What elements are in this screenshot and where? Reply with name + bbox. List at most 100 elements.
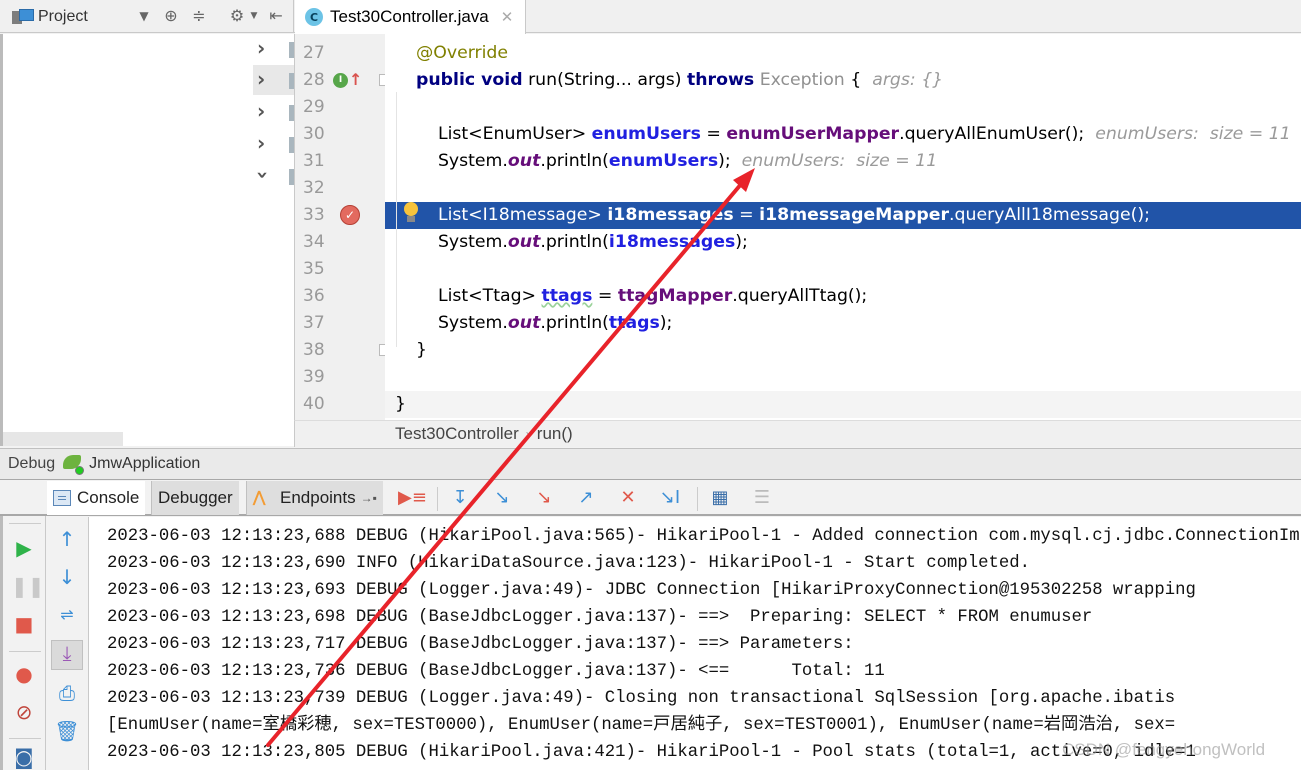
java-class-icon: C	[305, 8, 323, 26]
run-config-tab[interactable]: JmwApplication	[89, 455, 200, 473]
line-number: 27	[303, 43, 325, 63]
collapse-all-icon[interactable]: ≑	[188, 6, 210, 25]
stop-icon[interactable]: ■	[11, 612, 37, 636]
line-number: 38	[303, 340, 325, 360]
chevron-right-icon[interactable]: ›	[257, 67, 265, 91]
scroll-to-end-icon[interactable]: ⤓	[51, 640, 83, 670]
step-over-icon[interactable]: ↧	[448, 488, 472, 508]
project-tree: › › › › ›	[0, 34, 297, 446]
tree-node[interactable]: ›	[253, 34, 297, 64]
soft-wrap-icon[interactable]: ⇌	[54, 603, 80, 627]
code-line-28: public void run(String... args) throws E…	[415, 70, 944, 90]
clear-all-icon[interactable]: 🗑	[54, 719, 80, 743]
project-icon	[12, 8, 34, 25]
tab-debugger[interactable]: Debugger	[151, 481, 239, 515]
gear-dropdown-icon[interactable]: ▼	[243, 11, 265, 21]
resume-icon[interactable]: ▶	[11, 536, 37, 560]
top-bar: Project ▼ ⊕ ≑ ⚙ ▼ ⇤ C Test30Controller.j…	[0, 0, 1301, 34]
arrow-down-icon[interactable]: ↓	[54, 565, 80, 589]
code-line-37: System.out.println(ttags);	[437, 313, 673, 333]
inline-debug-hint: enumUsers: size = 11	[741, 151, 938, 171]
code-line-31: System.out.println(enumUsers); enumUsers…	[437, 151, 938, 171]
breakpoint-icon[interactable]: ✓	[340, 205, 360, 225]
line-number: 33	[303, 205, 325, 225]
mute-breakpoints-icon[interactable]: ⊘	[11, 700, 37, 724]
line-number: 28	[303, 70, 325, 90]
breadcrumb-separator: ›	[525, 427, 530, 441]
force-step-into-icon[interactable]: ↘	[532, 488, 556, 508]
tree-node[interactable]: ›	[253, 129, 297, 159]
chevron-right-icon[interactable]: ›	[257, 131, 265, 155]
chevron-right-icon[interactable]: ›	[257, 36, 265, 60]
log-line: 2023-06-03 12:13:23,717 DEBUG (BaseJdbcL…	[107, 635, 865, 654]
chevron-right-icon[interactable]: ›	[257, 99, 265, 123]
debug-panel-header: Debug JmwApplication	[0, 448, 1301, 480]
tab-console[interactable]: Console	[47, 481, 146, 515]
run-to-cursor-icon[interactable]: ↘I	[658, 488, 682, 508]
lightbulb-icon[interactable]	[403, 202, 419, 224]
line-number: 30	[303, 124, 325, 144]
tree-node[interactable]: ›	[253, 65, 297, 95]
line-number: 39	[303, 367, 325, 387]
log-line: 2023-06-03 12:13:23,690 INFO (HikariData…	[107, 554, 1030, 573]
breadcrumb-class[interactable]: Test30Controller	[395, 424, 519, 444]
endpoints-icon: ⋀	[253, 489, 266, 506]
dropdown-chevron-icon[interactable]: ▼	[133, 9, 155, 23]
debug-actions-column: ↻ ▶ ❚❚ ■ ● ⊘ ◙	[0, 481, 46, 770]
tab-label: Test30Controller.java	[330, 7, 489, 26]
print-icon[interactable]: ⎙	[54, 681, 80, 705]
log-line-enumuser-output: [EnumUser(name=室橋彩穂, sex=TEST0000), Enum…	[107, 716, 1176, 735]
line-number: 40	[303, 394, 325, 414]
chevron-down-icon[interactable]: ›	[251, 171, 275, 179]
override-arrow-icon[interactable]: ↑	[349, 70, 362, 89]
step-into-icon[interactable]: ↘	[490, 488, 514, 508]
code-line-30: List<EnumUser> enumUsers = enumUserMappe…	[437, 124, 1291, 144]
log-line: 2023-06-03 12:13:23,805 DEBUG (HikariPoo…	[107, 743, 1196, 762]
implements-method-icon[interactable]: I	[333, 73, 348, 88]
debug-toolbar: Console Debugger ⋀ Endpoints →▪ ▶≡ ↧ ↘ ↘…	[0, 481, 1301, 516]
tab-endpoints[interactable]: ⋀ Endpoints →▪	[246, 481, 383, 515]
spring-boot-icon	[63, 455, 85, 475]
console-output[interactable]: 2023-06-03 12:13:23,688 DEBUG (HikariPoo…	[89, 517, 1301, 770]
divider	[9, 523, 41, 524]
view-breakpoints-icon[interactable]: ●	[11, 662, 37, 686]
line-number: 31	[303, 151, 325, 171]
trace-stream-icon[interactable]: ☰	[750, 488, 774, 508]
console-actions-column: ↑ ↓ ⇌ ⤓ ⎙ 🗑	[46, 517, 89, 770]
code-editor[interactable]: @Override public void run(String... args…	[385, 34, 1301, 420]
log-line: 2023-06-03 12:13:23,688 DEBUG (HikariPoo…	[107, 527, 1301, 546]
pin-tab-icon[interactable]: →▪	[361, 491, 377, 505]
step-out-icon[interactable]: ↗	[574, 488, 598, 508]
code-line-38: }	[415, 340, 427, 360]
editor-gutter[interactable]: 27 28 29 30 31 32 33 34 35 36 37 38 39 4…	[294, 34, 391, 420]
code-line-27: @Override	[415, 43, 509, 63]
breadcrumb-method[interactable]: run()	[537, 424, 573, 444]
close-icon[interactable]: ✕	[501, 8, 514, 26]
indent-guide	[396, 92, 397, 347]
arrow-up-icon[interactable]: ↑	[54, 527, 80, 551]
project-label[interactable]: Project	[38, 8, 88, 26]
tree-node[interactable]: ›	[251, 161, 297, 191]
horizontal-scrollbar[interactable]	[3, 432, 123, 446]
line-number: 37	[303, 313, 325, 333]
tree-node[interactable]: ›	[253, 97, 297, 127]
line-number: 32	[303, 178, 325, 198]
camera-icon[interactable]: ◙	[11, 745, 37, 769]
evaluate-expression-icon[interactable]: ▦	[708, 488, 732, 508]
log-line: 2023-06-03 12:13:23,693 DEBUG (Logger.ja…	[107, 581, 1196, 600]
drop-frame-icon[interactable]: ✕	[616, 488, 640, 508]
code-line-33-current-execution: List<I18message> i18messages = i18messag…	[385, 202, 1301, 229]
locate-target-icon[interactable]: ⊕	[160, 6, 182, 25]
line-number: 35	[303, 259, 325, 279]
hide-panel-icon[interactable]: ⇤	[265, 6, 287, 25]
divider	[9, 651, 41, 652]
editor-tabs: C Test30Controller.java ✕	[295, 0, 527, 34]
divider	[697, 487, 698, 511]
pause-icon[interactable]: ❚❚	[11, 574, 45, 598]
breadcrumb: Test30Controller › run()	[294, 420, 1301, 447]
project-tool-header: Project ▼ ⊕ ≑ ⚙ ▼ ⇤	[0, 0, 294, 33]
line-number: 34	[303, 232, 325, 252]
tab-test30controller[interactable]: C Test30Controller.java ✕	[295, 0, 527, 34]
show-execution-point-icon[interactable]: ▶≡	[398, 488, 427, 508]
line-number: 29	[303, 97, 325, 117]
